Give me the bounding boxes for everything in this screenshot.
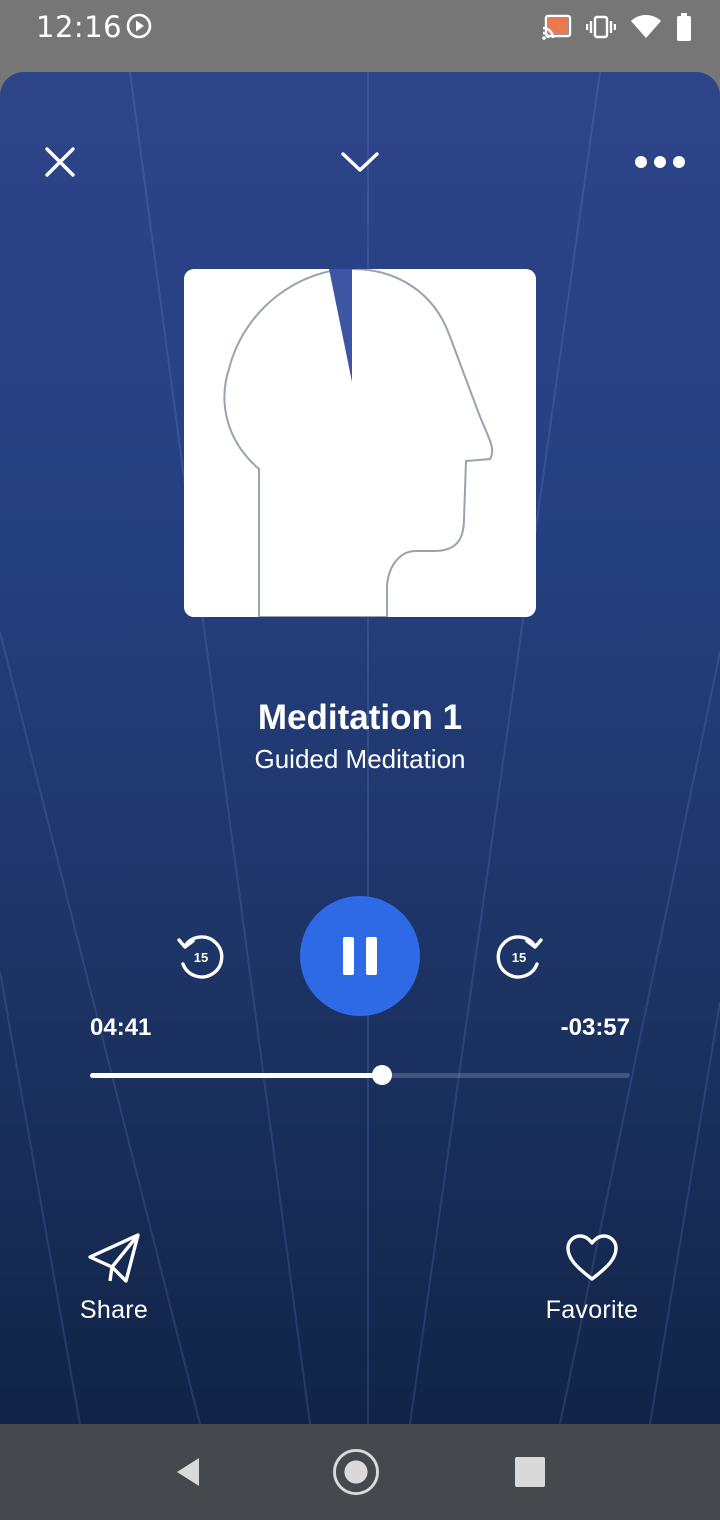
forward-15-icon: 15: [496, 935, 543, 979]
album-artwork: [184, 269, 536, 617]
pause-icon-bar-left: [343, 937, 354, 975]
status-icons: [542, 10, 692, 44]
recents-square-icon: [515, 1457, 545, 1487]
progress-slider[interactable]: [90, 1065, 630, 1085]
nav-back-button[interactable]: [164, 1448, 212, 1496]
progress-fill: [90, 1073, 382, 1078]
favorite-button[interactable]: Favorite: [512, 1230, 672, 1325]
battery-icon: [677, 13, 691, 41]
collapse-button[interactable]: [330, 132, 390, 192]
remaining-time: -03:57: [560, 1014, 630, 1041]
close-icon: [45, 147, 75, 177]
paper-plane-icon: [88, 1233, 140, 1283]
track-title: Meditation 1: [257, 698, 463, 737]
more-horizontal-icon: [635, 156, 685, 168]
chevron-down-icon: [341, 152, 379, 172]
pause-icon-bar-right: [366, 937, 377, 975]
forward-15-button[interactable]: 15: [492, 928, 548, 984]
share-label: Share: [79, 1296, 149, 1324]
status-bar: 12:16: [0, 0, 720, 56]
favorite-label: Favorite: [545, 1296, 639, 1324]
elapsed-time: 04:41: [90, 1014, 152, 1041]
rewind-15-button[interactable]: 15: [172, 928, 228, 984]
back-triangle-icon: [177, 1458, 199, 1486]
rewind-seconds-label: 15: [194, 950, 208, 965]
nav-recents-button[interactable]: [506, 1448, 554, 1496]
pause-button[interactable]: [300, 896, 420, 1016]
track-subtitle: Guided Meditation: [254, 744, 466, 774]
heart-icon: [566, 1234, 618, 1281]
more-options-button[interactable]: [630, 132, 690, 192]
rewind-15-icon: 15: [177, 935, 224, 979]
progress-knob[interactable]: [371, 1065, 392, 1085]
head-profile-illustration: [223, 269, 494, 617]
media-play-icon: [126, 13, 152, 39]
vibrate-icon: [586, 15, 616, 39]
status-time: 12:16: [36, 10, 123, 44]
home-circle-icon: [333, 1449, 379, 1495]
system-nav-bar: [0, 1424, 720, 1520]
player-sheet: Meditation 1 Guided Meditation 15 15 04:…: [0, 72, 720, 1424]
close-button[interactable]: [30, 132, 90, 192]
forward-seconds-label: 15: [512, 950, 526, 965]
wifi-icon: [631, 15, 661, 38]
share-button[interactable]: Share: [34, 1230, 194, 1325]
nav-home-button[interactable]: [332, 1448, 380, 1496]
cast-icon: [542, 14, 572, 40]
